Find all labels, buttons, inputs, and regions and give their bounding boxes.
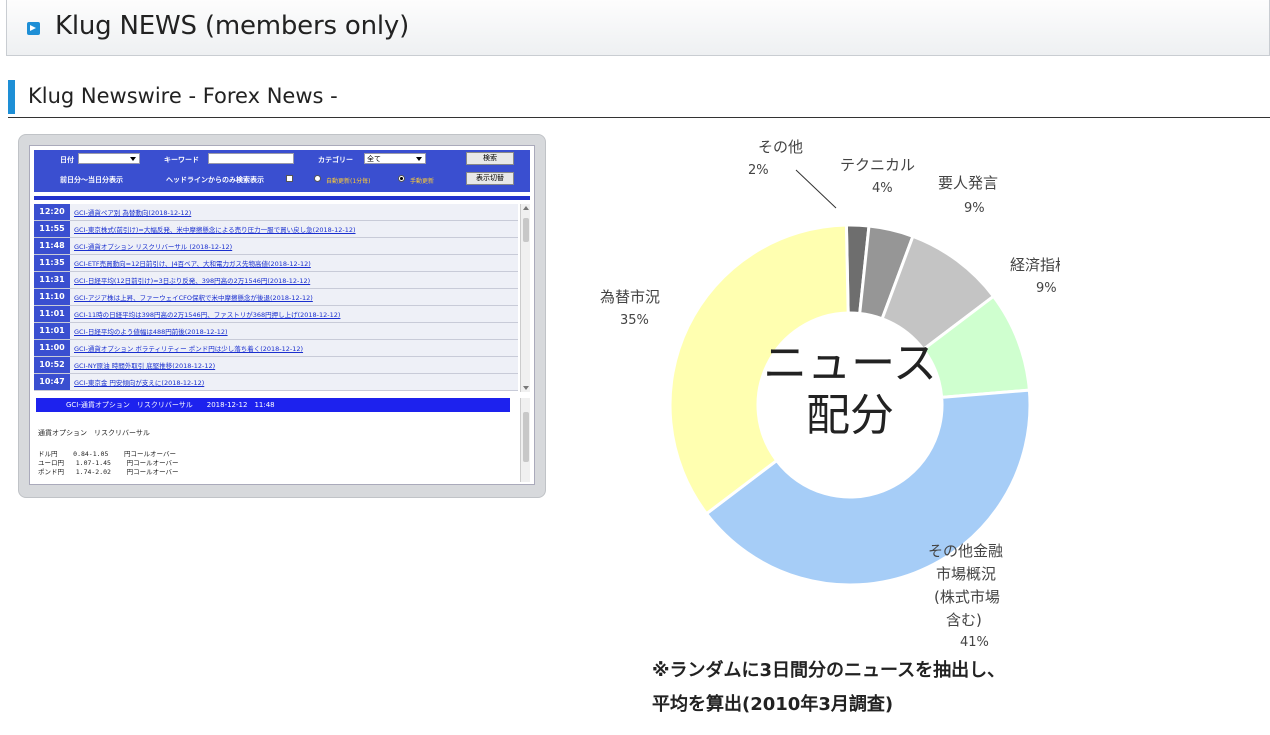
label-markets-3: (株式市場 [934, 588, 1000, 606]
manual-update-label: 手動更新 [410, 178, 435, 185]
scroll-thumb[interactable] [523, 218, 529, 242]
newswire-screenshot: 日付 キーワード カテゴリー 全て 検索 前日分～当日分表示 ヘッドラインからの… [29, 145, 535, 485]
detail-rates: ドル円 0.84-1.05 円コールオーバー ユーロ円 1.07-1.45 円コ… [38, 450, 179, 477]
news-time: 11:00 [34, 340, 70, 356]
pct-indicators: 9% [1036, 281, 1057, 296]
page-header: Klug NEWS (members only) [6, 0, 1270, 56]
chevron-down-icon [416, 157, 422, 161]
scroll-up-icon [523, 206, 529, 210]
label-speeches: 要人発言 [938, 174, 998, 192]
news-time: 10:52 [34, 357, 70, 373]
arrow-right-icon [27, 22, 40, 35]
rate-row: ドル円 0.84-1.05 円コールオーバー [38, 450, 176, 458]
news-distribution-chart: その他 2% テクニカル 4% 要人発言 9% 経済指標 9% 為替市況 35%… [600, 138, 1060, 650]
date-label: 日付 [60, 156, 74, 164]
news-headline-link[interactable]: GCI-通貨オプション リスクリバーサル (2018-12-12) [74, 241, 232, 251]
news-time: 10:47 [34, 374, 70, 390]
category-label: カテゴリー [318, 156, 353, 164]
newswire-screenshot-frame: 日付 キーワード カテゴリー 全て 検索 前日分～当日分表示 ヘッドラインからの… [18, 134, 546, 498]
news-row[interactable]: 11:48 GCI-通貨オプション リスクリバーサル (2018-12-12) [34, 238, 518, 255]
news-time: 11:01 [34, 323, 70, 339]
keyword-label: キーワード [164, 156, 199, 164]
news-row[interactable]: 11:10 GCI-アジア株は上昇、ファーウェイCFO保釈で米中摩擦懸念が後退(2… [34, 289, 518, 306]
news-time: 11:01 [34, 306, 70, 322]
keyword-input[interactable] [208, 153, 294, 164]
news-row[interactable]: 12:20 GCI-通貨ペア別 為替動向(2018-12-12) [34, 204, 518, 221]
pct-technical: 4% [872, 181, 893, 196]
news-list: 12:20 GCI-通貨ペア別 為替動向(2018-12-12) 11:55 GCI-… [34, 204, 518, 392]
news-headline-link[interactable]: GCI-通貨ペア別 為替動向(2018-12-12) [74, 207, 191, 217]
label-markets-4: 含む) [946, 611, 982, 629]
rate-row: ユーロ円 1.07-1.45 円コールオーバー [38, 459, 179, 467]
search-bar: 日付 キーワード カテゴリー 全て 検索 前日分～当日分表示 ヘッドラインからの… [34, 150, 530, 192]
news-row[interactable]: 10:47 GCI-東京金 円安傾向が支えに(2018-12-12) [34, 374, 518, 391]
news-headline-link[interactable]: GCI-ETF売買動向=12日前引け、J4百ベア、大和電力ガス先物高値(2018… [74, 258, 311, 268]
news-headline-link[interactable]: GCI-アジア株は上昇、ファーウェイCFO保釈で米中摩擦懸念が後退(2018-1… [74, 292, 313, 302]
news-row[interactable]: 11:01 GCI-日経平均のよう値幅は488円前後(2018-12-12) [34, 323, 518, 340]
note-line-1: ※ランダムに3日間分のニュースを抽出し、 [652, 660, 1006, 681]
news-row[interactable]: 11:55 GCI-東京株式(前引け)=大幅反発、米中摩擦懸念による売り圧力一服で… [34, 221, 518, 238]
detail-header: GCI-通貨オプション リスクリバーサル 2018-12-12 11:48 [36, 398, 510, 412]
pct-speeches: 9% [964, 201, 985, 216]
news-headline-link[interactable]: GCI-通貨オプション ボラティリティー ポンド円は少し落ち着く(2018-12… [74, 343, 303, 353]
section-accent-bar [8, 80, 15, 114]
category-value: 全て [367, 155, 381, 163]
pct-markets: 41% [960, 635, 989, 650]
news-time: 11:48 [34, 238, 70, 254]
auto-update-radio[interactable] [314, 175, 321, 182]
news-row[interactable]: 10:52 GCI-NY原油 時間外取引 底堅推移(2018-12-12) [34, 357, 518, 374]
news-row[interactable]: 11:01 GCI-11時の日経平均は398円高の2万1546円、ファストリが36… [34, 306, 518, 323]
chevron-down-icon [130, 157, 136, 161]
label-markets-1: その他金融 [928, 542, 1003, 560]
section-heading: Klug Newswire - Forex News - [8, 80, 1270, 118]
toggle-view-button[interactable]: 表示切替 [466, 172, 514, 185]
search-button[interactable]: 検索 [466, 152, 514, 165]
page-title: Klug NEWS (members only) [55, 11, 410, 41]
label-indicators: 経済指標 [1010, 256, 1060, 274]
news-headline-link[interactable]: GCI-日経平均(12日前引け)=3日ぶり反発、398円高の2万1546円(20… [74, 275, 310, 285]
pct-fx: 35% [620, 313, 649, 328]
chart-center-title-2: 配分 [806, 390, 894, 441]
manual-update-radio[interactable] [398, 175, 405, 182]
news-headline-link[interactable]: GCI-11時の日経平均は398円高の2万1546円、ファストリが368円押し上… [74, 309, 340, 319]
news-time: 11:31 [34, 272, 70, 288]
news-headline-link[interactable]: GCI-NY原油 時間外取引 底堅推移(2018-12-12) [74, 360, 215, 370]
scroll-down-icon [523, 386, 529, 390]
news-headline-link[interactable]: GCI-日経平均のよう値幅は488円前後(2018-12-12) [74, 326, 228, 336]
news-headline-link[interactable]: GCI-東京株式(前引け)=大幅反発、米中摩擦懸念による売り圧力一服で買い戻し急… [74, 224, 356, 234]
note-line-2: 平均を算出(2010年3月調査) [652, 694, 894, 715]
label-other: その他 [758, 138, 803, 156]
rate-row: ポンド円 1.74-2.02 円コールオーバー [38, 468, 179, 476]
detail-scrollbar[interactable] [520, 398, 530, 482]
section-title: Klug Newswire - Forex News - [28, 84, 338, 108]
news-row[interactable]: 11:31 GCI-日経平均(12日前引け)=3日ぶり反発、398円高の2万154… [34, 272, 518, 289]
divider [34, 196, 530, 200]
pct-other: 2% [748, 163, 769, 178]
detail-title: 通貨オプション リスクリバーサル [38, 429, 150, 437]
auto-update-label: 自動更新(1分毎) [326, 178, 371, 185]
news-headline-link[interactable]: GCI-東京金 円安傾向が支えに(2018-12-12) [74, 377, 204, 387]
range-label: 前日分～当日分表示 [60, 176, 123, 184]
headline-only-checkbox[interactable] [286, 175, 293, 182]
date-select[interactable] [78, 153, 140, 164]
news-row[interactable]: 11:35 GCI-ETF売買動向=12日前引け、J4百ベア、大和電力ガス先物高値… [34, 255, 518, 272]
other-leader-line [795, 169, 837, 209]
news-time: 12:20 [34, 204, 70, 220]
chart-center-title-1: ニュース [763, 338, 937, 389]
news-time: 11:55 [34, 221, 70, 237]
news-time: 11:35 [34, 255, 70, 271]
news-row[interactable]: 11:00 GCI-通貨オプション ボラティリティー ポンド円は少し落ち着く(20… [34, 340, 518, 357]
headline-only-label: ヘッドラインからのみ検索表示 [166, 176, 264, 184]
scroll-thumb[interactable] [523, 412, 529, 462]
label-fx: 為替市況 [600, 288, 660, 306]
label-markets-2: 市場概況 [936, 565, 996, 583]
news-time: 11:10 [34, 289, 70, 305]
label-technical: テクニカル [840, 156, 915, 174]
category-select[interactable]: 全て [364, 153, 426, 164]
news-list-scrollbar[interactable] [520, 204, 530, 392]
